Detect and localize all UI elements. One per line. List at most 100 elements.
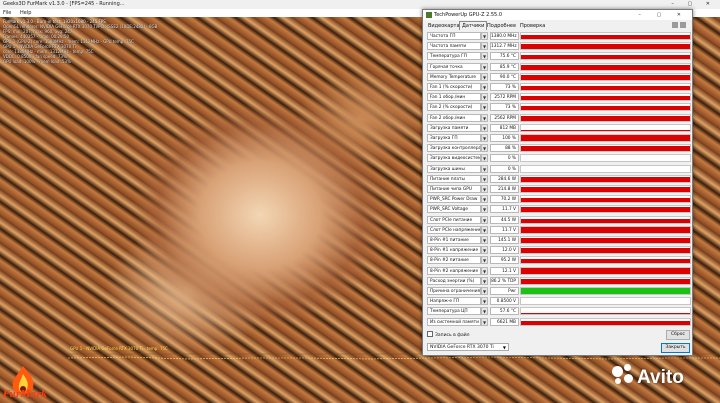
sensor-name: Fan 2 обор./мин [427, 113, 481, 122]
sensor-graph [520, 164, 691, 173]
sensor-mode-dropdown[interactable]: ▼ [481, 205, 488, 214]
sensor-mode-dropdown[interactable]: ▼ [481, 113, 488, 122]
sensor-row: Расход энергии (%) ▼ 86.2 % TDP [427, 276, 691, 285]
sensor-value: 0 % [490, 164, 519, 173]
sensor-graph-fill [521, 95, 690, 101]
sensor-graph [520, 287, 691, 295]
sensor-mode-dropdown[interactable]: ▼ [481, 164, 488, 173]
sensor-row: 8-Pin #1 напряжение ▼ 12.0 V [427, 246, 691, 255]
sensor-name: Расход энергии (%) [427, 276, 481, 285]
avito-watermark: Avito [612, 364, 684, 389]
sensor-row: 8-Pin #2 питание ▼ 95.2 W [427, 256, 691, 265]
sensor-graph-fill [521, 85, 690, 90]
sensor-name: Загрузка видеосистемы [427, 154, 481, 163]
sensor-value: 11.7 V [490, 205, 519, 214]
sensor-mode-dropdown[interactable]: ▼ [481, 52, 488, 61]
tab-sensors[interactable]: Датчики [459, 21, 488, 30]
sensor-graph [520, 266, 691, 275]
gpu-select-dropdown[interactable]: NVIDIA GeForce RTX 3070 Ti ▼ [427, 343, 509, 351]
sensor-mode-dropdown[interactable]: ▼ [481, 307, 488, 316]
window-controls[interactable]: – ▢ ✕ [638, 10, 688, 20]
sensor-mode-dropdown[interactable]: ▼ [481, 236, 488, 244]
sensor-mode-dropdown[interactable]: ▼ [481, 297, 488, 306]
sensor-graph-fill [521, 130, 690, 131]
sensor-row: Fan 2 (% скорости) ▼ 73 % [427, 103, 691, 112]
sensor-mode-dropdown[interactable]: ▼ [481, 174, 488, 183]
sensor-row: Питание чипа GPU ▼ 214.8 W [427, 185, 691, 193]
sensor-graph-fill [521, 321, 690, 325]
sensor-mode-dropdown[interactable]: ▼ [481, 276, 488, 285]
sensor-value: 12.0 V [490, 246, 519, 255]
sensor-mode-dropdown[interactable]: ▼ [481, 256, 488, 265]
sensor-name: Слот PCIe напряжение [427, 225, 481, 234]
sensor-name: Температура ЦП [427, 307, 481, 316]
sensor-graph-fill [521, 145, 690, 152]
menu-help[interactable]: Help [20, 10, 31, 16]
sensor-value: 6621 MB [490, 317, 519, 326]
tab-validation[interactable]: Проверка [518, 22, 547, 30]
sensor-mode-dropdown[interactable]: ▼ [481, 317, 488, 326]
window-controls[interactable]: – ▢ ✕ [671, 0, 716, 9]
sensor-row: Memory Temperature ▼ 90.0 °C [427, 72, 691, 81]
log-to-file[interactable]: Запись в файл [427, 331, 470, 339]
sensor-value: 11.7 V [490, 225, 519, 234]
sensor-mode-dropdown[interactable]: ▼ [481, 93, 488, 102]
sensor-mode-dropdown[interactable]: ▼ [481, 225, 488, 234]
sensor-graph [520, 83, 691, 91]
sensor-name: Fan 1 обор./мин [427, 93, 481, 102]
sensor-value: 75.6 °C [490, 52, 519, 61]
sensor-value: 0 % [490, 154, 519, 163]
sensor-graph [520, 103, 691, 112]
sensor-mode-dropdown[interactable]: ▼ [481, 123, 488, 132]
sensor-value: Pwr [490, 287, 519, 295]
menu-icon[interactable] [680, 22, 686, 28]
toolbar-icons[interactable] [672, 22, 688, 29]
sensor-mode-dropdown[interactable]: ▼ [481, 103, 488, 112]
tab-graphics-card[interactable]: Видеокарта [426, 22, 462, 30]
sensor-mode-dropdown[interactable]: ▼ [481, 266, 488, 275]
close-button[interactable]: Закрыть [661, 343, 690, 353]
sensor-mode-dropdown[interactable]: ▼ [481, 72, 488, 81]
menu-file[interactable]: File [3, 10, 11, 16]
sensor-mode-dropdown[interactable]: ▼ [481, 154, 488, 163]
sensor-row: Частота ГП ▼ 1380.0 MHz [427, 32, 691, 40]
gpuz-titlebar[interactable]: TechPowerUp GPU-Z 2.55.0 – ▢ ✕ [423, 10, 692, 20]
gpuz-window-title: TechPowerUp GPU-Z 2.55.0 [434, 12, 503, 18]
sensor-mode-dropdown[interactable]: ▼ [481, 185, 488, 193]
sensor-mode-dropdown[interactable]: ▼ [481, 134, 488, 142]
sensor-value: 1312.7 MHz [490, 42, 519, 51]
sensor-mode-dropdown[interactable]: ▼ [481, 246, 488, 255]
sensor-mode-dropdown[interactable]: ▼ [481, 83, 488, 91]
furmark-window-title: Geeks3D FurMark v1.3.0 - [FPS=245 - Runn… [3, 1, 125, 7]
camera-icon[interactable] [672, 22, 678, 28]
sensor-graph-fill [521, 268, 690, 274]
sensor-value: 100 % [490, 134, 519, 142]
sensor-mode-dropdown[interactable]: ▼ [481, 287, 488, 295]
sensor-graph [520, 185, 691, 193]
sensor-mode-dropdown[interactable]: ▼ [481, 62, 488, 71]
sensor-row: Слот PCIe питание ▼ 44.5 W [427, 215, 691, 224]
sensor-row: Загрузка контроллера па▼88 % [427, 144, 691, 153]
sensor-row: Загрузка памяти ▼ 812 MB [427, 123, 691, 132]
sensor-name: 8-Pin #1 питание [427, 236, 481, 244]
sensor-mode-dropdown[interactable]: ▼ [481, 215, 488, 224]
sensor-mode-dropdown[interactable]: ▼ [481, 42, 488, 51]
sensor-graph [520, 236, 691, 244]
sensor-row: Частота памяти ▼ 1312.7 MHz [427, 42, 691, 51]
sensor-mode-dropdown[interactable]: ▼ [481, 32, 488, 40]
sensor-graph-fill [521, 198, 690, 203]
sensor-graph [520, 42, 691, 51]
sensor-graph [520, 113, 691, 122]
sensor-mode-dropdown[interactable]: ▼ [481, 195, 488, 204]
sensor-row: Fan 1 (% скорости) ▼ 73 % [427, 83, 691, 91]
sensor-graph [520, 52, 691, 61]
log-to-file-checkbox[interactable] [427, 331, 433, 337]
sensor-graph [520, 317, 691, 326]
tab-advanced[interactable]: Подробнее [485, 22, 518, 30]
reset-button[interactable]: Сброс [666, 330, 690, 340]
sensor-name: Частота ГП [427, 32, 481, 40]
sensor-graph [520, 307, 691, 316]
sensor-mode-dropdown[interactable]: ▼ [481, 144, 488, 153]
sensor-value: 0.8500 V [490, 297, 519, 306]
sensor-value: 85.9 °C [490, 62, 519, 71]
